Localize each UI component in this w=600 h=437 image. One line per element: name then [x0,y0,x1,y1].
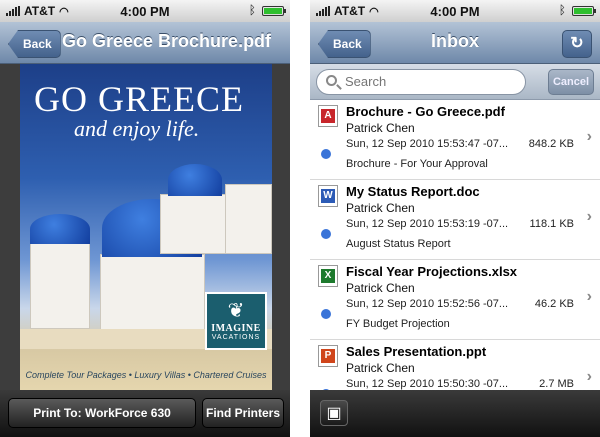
search-input[interactable] [345,74,515,89]
message-subject: Sales Presentation.ppt [346,344,487,359]
message-row[interactable]: W My Status Report.doc Patrick Chen Sun,… [310,180,600,260]
ornament-icon: ❦ [227,300,245,322]
message-size: 2.7 MB [539,378,574,390]
message-sender: Patrick Chen [346,281,415,295]
brochure-page: GO GREECE and enjoy life. ❦ IMAGINE VACA… [20,64,272,390]
message-preview: FY Budget Projection [346,318,450,330]
chevron-right-icon: › [586,208,592,225]
nav-bar: Back Go Greece Brochure.pdf [0,22,290,64]
message-date: Sun, 12 Sep 2010 15:53:19 -07... [346,218,509,230]
status-time: 4:00 PM [120,4,170,19]
print-button[interactable]: Print To: WorkForce 630 [8,398,196,428]
search-field[interactable] [316,69,526,95]
back-button[interactable]: Back [318,30,371,58]
page-title: Go Greece Brochure.pdf [62,31,272,51]
message-sender: Patrick Chen [346,361,415,375]
message-preview: August Status Report [346,238,451,250]
message-sender: Patrick Chen [346,201,415,215]
battery-icon [572,6,596,16]
brochure-headline: GO GREECE [34,79,244,119]
word-doc-icon: W [318,185,338,207]
message-sender: Patrick Chen [346,121,415,135]
pdf-icon: A [318,105,338,127]
message-date: Sun, 12 Sep 2010 15:53:47 -07... [346,138,509,150]
message-row[interactable]: A Brochure - Go Greece.pdf Patrick Chen … [310,100,600,180]
cancel-button[interactable]: Cancel [548,69,594,95]
message-size: 118.1 KB [529,218,574,230]
message-date: Sun, 12 Sep 2010 15:50:30 -07... [346,378,509,390]
chevron-right-icon: › [586,288,592,305]
bluetooth-icon: ᛒ [248,3,256,17]
refresh-button[interactable]: ↻ [562,30,592,58]
folder-icon: ▣ [326,405,342,422]
status-bar: AT&T ◠ 4:00 PM ᛒ [0,0,290,22]
powerpoint-icon: P [318,345,338,367]
message-subject: Fiscal Year Projections.xlsx [346,264,518,279]
message-row[interactable]: X Fiscal Year Projections.xlsx Patrick C… [310,260,600,340]
status-time: 4:00 PM [430,4,480,19]
search-bar: Cancel [310,64,600,100]
status-bar: AT&T ◠ 4:00 PM ᛒ [310,0,600,22]
back-button[interactable]: Back [8,30,61,58]
document-viewer-screen: AT&T ◠ 4:00 PM ᛒ Back Go Greece Brochure… [0,0,290,437]
message-list[interactable]: A Brochure - Go Greece.pdf Patrick Chen … [310,100,600,390]
message-row[interactable]: P Sales Presentation.ppt Patrick Chen Su… [310,340,600,390]
print-toolbar: Print To: WorkForce 630 Find Printers [0,390,290,437]
document-viewport[interactable]: GO GREECE and enjoy life. ❦ IMAGINE VACA… [0,64,290,390]
message-size: 848.2 KB [528,138,574,150]
message-subject: Brochure - Go Greece.pdf [346,104,505,119]
battery-icon [262,6,286,16]
brochure-footer: Complete Tour Packages • Luxury Villas •… [25,370,267,380]
chevron-right-icon: › [586,368,592,385]
message-subject: My Status Report.doc [346,184,480,199]
inbox-screen: AT&T ◠ 4:00 PM ᛒ Back Inbox ↻ Cancel A B… [310,0,600,437]
chevron-right-icon: › [586,128,592,145]
excel-icon: X [318,265,338,287]
unread-dot-icon [321,149,331,159]
message-preview: Brochure - For Your Approval [346,158,488,170]
search-icon [326,75,337,86]
attachments-button[interactable]: ▣ [320,400,348,426]
brochure-tagline: and enjoy life. [74,116,200,141]
bluetooth-icon: ᛒ [558,3,566,17]
message-date: Sun, 12 Sep 2010 15:52:56 -07... [346,298,509,310]
find-printers-button[interactable]: Find Printers [202,398,284,428]
page-title: Inbox [431,31,479,51]
unread-dot-icon [321,309,331,319]
nav-bar: Back Inbox ↻ [310,22,600,64]
inbox-toolbar: ▣ [310,390,600,437]
unread-dot-icon [321,229,331,239]
imagine-vacations-logo: ❦ IMAGINE VACATIONS [205,292,267,350]
message-size: 46.2 KB [534,298,574,310]
refresh-icon: ↻ [570,35,584,52]
